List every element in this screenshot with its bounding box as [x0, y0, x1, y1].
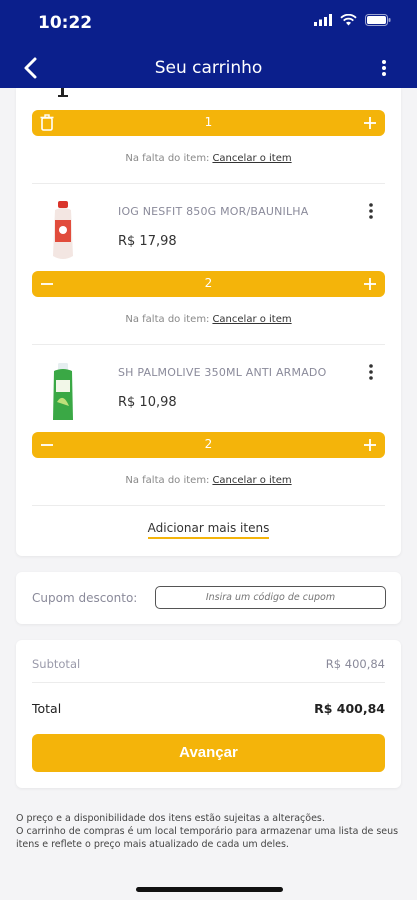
- product-price: R$ 10,98: [118, 395, 177, 410]
- product-image: [53, 201, 73, 259]
- home-indicator[interactable]: [136, 887, 283, 892]
- disclaimer-line: O preço e a disponibilidade dos itens es…: [16, 813, 325, 824]
- missing-item-option: Na falta do item: Cancelar o item: [16, 314, 401, 325]
- missing-item-label: Na falta do item:: [125, 475, 210, 486]
- status-icons: [314, 14, 391, 26]
- more-vertical-icon: [369, 203, 373, 219]
- add-more-items: Adicionar mais itens: [16, 521, 401, 539]
- quantity-value: 1: [204, 115, 213, 129]
- divider: [32, 344, 385, 345]
- product-name: SH PALMOLIVE 350ML ANTI ARMADO: [118, 366, 327, 379]
- plus-icon: [364, 278, 376, 290]
- signal-icon: [314, 14, 332, 26]
- cart-items-card: 1 Na falta do item: Cancelar o item IOG N…: [16, 88, 401, 556]
- coupon-label: Cupom desconto:: [32, 591, 138, 605]
- divider: [32, 682, 385, 683]
- quantity-stepper: 2: [32, 432, 385, 458]
- item-menu-button[interactable]: [367, 202, 375, 220]
- cancel-item-link[interactable]: Cancelar o item: [212, 475, 291, 486]
- app-header: 10:22 Seu carrinho: [0, 0, 417, 88]
- subtotal-value: R$ 400,84: [325, 657, 385, 671]
- plus-icon: [364, 439, 376, 451]
- increase-quantity-button[interactable]: [362, 113, 378, 133]
- header-menu-button[interactable]: [379, 57, 389, 79]
- quantity-value: 2: [204, 437, 213, 451]
- increase-quantity-button[interactable]: [362, 274, 378, 294]
- cancel-item-link[interactable]: Cancelar o item: [212, 314, 291, 325]
- wifi-icon: [340, 14, 357, 26]
- item-menu-button[interactable]: [367, 363, 375, 381]
- cancel-item-link[interactable]: Cancelar o item: [212, 153, 291, 164]
- totals-card: Subtotal R$ 400,84 Total R$ 400,84 Avanç…: [16, 640, 401, 788]
- increase-quantity-button[interactable]: [362, 435, 378, 455]
- divider: [32, 505, 385, 506]
- quantity-value: 2: [204, 276, 213, 290]
- more-vertical-icon: [369, 364, 373, 380]
- page-title: Seu carrinho: [154, 58, 263, 78]
- advance-button[interactable]: Avançar: [32, 734, 385, 772]
- status-time: 10:22: [38, 13, 93, 33]
- total-value: R$ 400,84: [314, 701, 385, 716]
- total-label: Total: [32, 701, 62, 716]
- missing-item-label: Na falta do item:: [125, 314, 210, 325]
- product-price: R$ 17,98: [118, 234, 177, 249]
- disclaimer: O preço e a disponibilidade dos itens es…: [16, 812, 401, 851]
- coupon-card: Cupom desconto:: [16, 572, 401, 624]
- product-image: [58, 88, 68, 97]
- add-more-items-link[interactable]: Adicionar mais itens: [147, 521, 270, 539]
- missing-item-label: Na falta do item:: [125, 153, 210, 164]
- coupon-input[interactable]: [155, 586, 386, 609]
- battery-icon: [365, 14, 391, 26]
- plus-icon: [364, 117, 376, 129]
- missing-item-option: Na falta do item: Cancelar o item: [16, 153, 401, 164]
- quantity-stepper: 1: [32, 110, 385, 136]
- product-image: [53, 363, 73, 420]
- disclaimer-line: O carrinho de compras é um local temporá…: [16, 826, 399, 850]
- more-vertical-icon: [382, 60, 386, 76]
- product-name: IOG NESFIT 850G MOR/BAUNILHA: [118, 205, 309, 218]
- missing-item-option: Na falta do item: Cancelar o item: [16, 475, 401, 486]
- subtotal-label: Subtotal: [32, 657, 81, 671]
- quantity-stepper: 2: [32, 271, 385, 297]
- divider: [32, 183, 385, 184]
